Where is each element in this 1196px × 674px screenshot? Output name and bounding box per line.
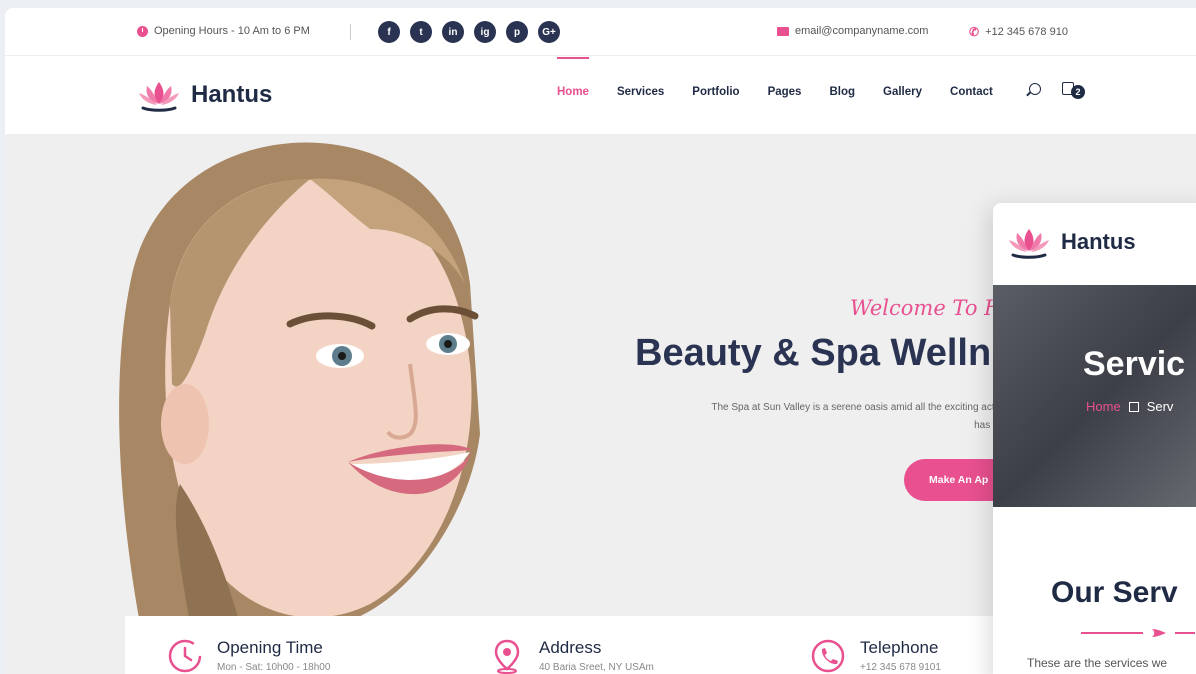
- nav-blog[interactable]: Blog: [829, 86, 855, 98]
- breadcrumb-home[interactable]: Home: [1086, 399, 1121, 414]
- email-link[interactable]: email@companyname.com: [777, 25, 928, 37]
- email-text: email@companyname.com: [795, 25, 929, 37]
- navbar: Hantus Home Services Portfolio Pages Blo…: [5, 56, 1196, 134]
- info-subtitle: Mon - Sat: 10h00 - 18h00: [217, 662, 331, 673]
- breadcrumb-current: Serv: [1146, 399, 1174, 414]
- pinterest-icon[interactable]: p: [506, 21, 528, 43]
- opening-hours-text: Opening Hours - 10 Am to 6 PM: [154, 25, 310, 37]
- clock-icon: [168, 639, 202, 673]
- main-nav: Home Services Portfolio Pages Blog Galle…: [557, 57, 993, 98]
- section-description: These are the services we: [1027, 656, 1168, 670]
- breadcrumb-separator-icon: [1128, 401, 1139, 412]
- phone-icon: [811, 639, 845, 673]
- hero-description-line-1: The Spa at Sun Valley is a serene oasis …: [711, 402, 1028, 413]
- info-address: Address 40 Baria Sreet, NY USAm: [489, 638, 654, 674]
- social-links: f t in ig p G+: [378, 21, 560, 43]
- map-pin-icon: [494, 639, 520, 674]
- envelope-icon: [777, 26, 789, 36]
- logo[interactable]: Hantus: [1007, 225, 1136, 259]
- nav-pages[interactable]: Pages: [768, 86, 802, 98]
- woman-portrait-image: [119, 142, 480, 624]
- nav-services[interactable]: Services: [617, 86, 664, 98]
- banner-title: Servic: [1083, 345, 1186, 383]
- twitter-icon[interactable]: t: [410, 21, 432, 43]
- facebook-icon[interactable]: f: [378, 21, 400, 43]
- cart-count-badge: 2: [1071, 85, 1085, 99]
- info-opening-time: Opening Time Mon - Sat: 10h00 - 18h00: [167, 638, 330, 674]
- clock-icon: [137, 25, 148, 37]
- nav-home[interactable]: Home: [557, 57, 589, 98]
- leaf-icon: [1152, 629, 1166, 637]
- section-divider: [1081, 627, 1195, 639]
- hero-description-line-2: has delivere: [974, 420, 1028, 431]
- phone-link[interactable]: ✆ +12 345 678 910: [969, 25, 1068, 39]
- nav-portfolio[interactable]: Portfolio: [692, 86, 739, 98]
- page-banner: [993, 285, 1196, 507]
- linkedin-icon[interactable]: in: [442, 21, 464, 43]
- lotus-icon: [139, 82, 179, 112]
- lotus-icon: [1009, 229, 1049, 259]
- phone-icon: ✆: [969, 25, 980, 39]
- info-subtitle: 40 Baria Sreet, NY USAm: [539, 662, 654, 673]
- google-plus-icon[interactable]: G+: [538, 21, 560, 43]
- brand-name: Hantus: [1061, 229, 1136, 254]
- instagram-icon[interactable]: ig: [474, 21, 496, 43]
- welcome-script: Welcome To Ha: [850, 296, 1015, 320]
- divider: [350, 24, 351, 40]
- hero-title: Beauty & Spa Welln: [635, 332, 992, 374]
- info-telephone: Telephone +12 345 678 9101: [810, 638, 941, 674]
- top-bar: Opening Hours - 10 Am to 6 PM f t in ig …: [5, 8, 1196, 56]
- breadcrumb: Home Serv: [1086, 399, 1173, 414]
- info-title: Opening Time: [217, 638, 323, 657]
- info-subtitle: +12 345 678 9101: [860, 662, 941, 673]
- nav-gallery[interactable]: Gallery: [883, 86, 922, 98]
- services-page-preview: Hantus Servic Home Serv Our Serv These a…: [993, 203, 1196, 674]
- info-title: Telephone: [860, 638, 939, 657]
- brand-name: Hantus: [191, 81, 273, 108]
- search-icon[interactable]: [1029, 83, 1041, 95]
- info-title: Address: [539, 638, 602, 657]
- logo[interactable]: Hantus: [137, 78, 272, 112]
- section-title: Our Serv: [1051, 576, 1178, 609]
- hero-description: The Spa at Sun Valley is a serene oasis …: [608, 399, 1028, 435]
- nav-contact[interactable]: Contact: [950, 86, 993, 98]
- info-bar: Opening Time Mon - Sat: 10h00 - 18h00 Ad…: [125, 616, 1025, 674]
- opening-hours: Opening Hours - 10 Am to 6 PM: [137, 25, 310, 37]
- phone-text: +12 345 678 910: [985, 26, 1068, 38]
